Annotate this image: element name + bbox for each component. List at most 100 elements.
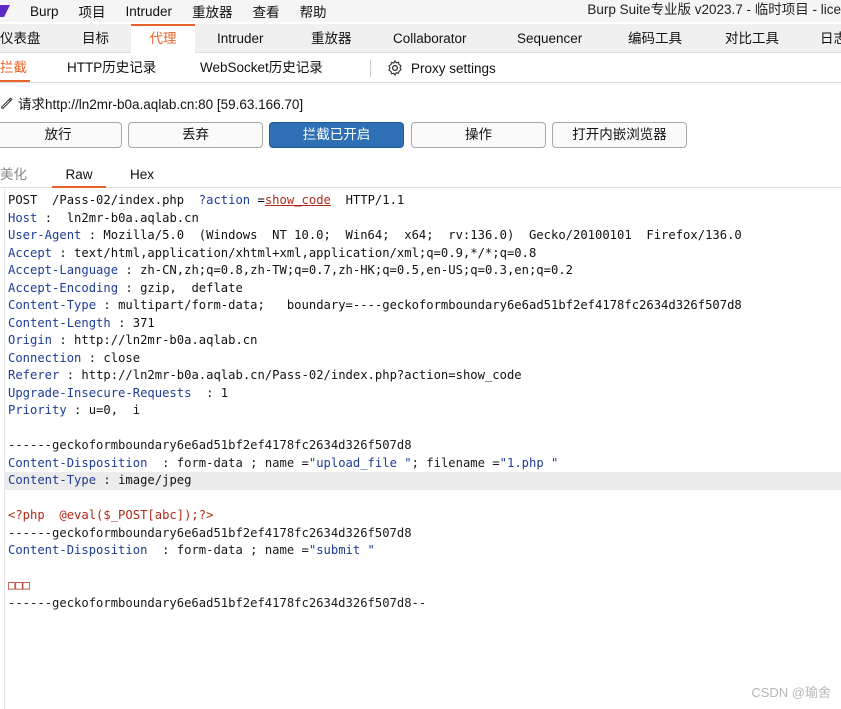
tab-pretty[interactable]: 美化 [0,162,27,188]
query-param-value: show_code [264,193,331,207]
menu-view[interactable]: 查看 [253,1,280,21]
header-sep: : [81,228,104,242]
header-value: http://ln2mr-b0a.aqlab.cn/Pass-02/index.… [81,368,522,382]
pencil-icon [1,97,13,109]
field-name-value: "submit " [308,543,375,557]
tab-websocket-history[interactable]: WebSocket历史记录 [200,54,323,82]
header-line: User-Agent : Mozilla/5.0 (Windows NT 10.… [8,227,742,245]
menu-help[interactable]: 帮助 [300,1,327,21]
header-name: Origin [8,333,53,347]
header-sep: : [191,385,221,400]
tab-collaborator[interactable]: Collaborator [393,24,467,53]
drop-button[interactable]: 丢弃 [128,122,263,148]
disposition-text: form-data ; name = [176,455,309,470]
tab-intruder[interactable]: Intruder [217,24,264,53]
query-param-name: ?action [198,193,251,207]
tab-target[interactable]: 目标 [82,24,109,53]
action-button[interactable]: 操作 [411,122,546,148]
header-line: Accept-Encoding : gzip, deflate [8,280,243,298]
request-info-bar: 请求http://ln2mr-b0a.aqlab.cn:80 [59.63.16… [0,93,303,113]
header-name: Connection [8,350,82,365]
tab-logger[interactable]: 日志 [820,24,841,53]
header-line: Priority : u=0, i [8,402,140,420]
header-sep: : [147,543,177,557]
header-name: User-Agent [8,228,82,242]
header-value: multipart/form-data; boundary=----geckof… [118,298,742,312]
header-sep: : [110,315,133,330]
request-method-path: POST /Pass-02/index.php [8,193,199,207]
header-value: gzip, deflate [140,280,243,295]
header-sep: : [52,333,75,347]
part-content-type-line: Content-Type : image/jpeg [8,472,191,490]
menu-intruder[interactable]: Intruder [126,4,173,19]
header-sep: : [96,473,119,487]
header-value: 371 [132,315,155,330]
tab-intercept[interactable]: 拦截 [0,54,30,82]
proxy-tab-bar: 拦截 HTTP历史记录 WebSocket历史记录 Proxy settings [0,54,841,83]
main-tab-bar: 仪表盘 目标 代理 Intruder 重放器 Collaborator Sequ… [0,24,841,53]
proxy-settings-link[interactable]: Proxy settings [411,55,496,83]
tab-divider [370,60,371,77]
header-line: Host : ln2mr-b0a.aqlab.cn [8,210,199,228]
header-value: close [103,350,141,365]
header-name: Priority [8,403,67,417]
multipart-boundary: ------geckoformboundary6e6ad51bf2ef4178f… [8,438,412,452]
header-name: Accept-Language [8,263,119,277]
header-name: Host [8,210,38,225]
header-line: Referer : http://ln2mr-b0a.aqlab.cn/Pass… [8,367,522,385]
header-sep: : [96,298,119,312]
submit-value: □□□ [8,578,31,592]
header-value: ln2mr-b0a.aqlab.cn [66,210,199,225]
header-value: Mozilla/5.0 (Windows NT 10.0; Win64; x64… [103,228,742,242]
header-value: u=0, i [88,403,141,417]
header-sep: : [118,280,141,295]
header-line: Content-Length : 371 [8,315,155,333]
intercept-toggle-button[interactable]: 拦截已开启 [269,122,404,148]
content-disposition-line: Content-Disposition : form-data ; name =… [8,542,375,560]
tab-sequencer[interactable]: Sequencer [517,24,582,53]
header-name: Referer [8,368,60,382]
content-disposition-line: Content-Disposition : form-data ; name =… [8,455,558,473]
tab-hex[interactable]: Hex [130,162,154,188]
header-name: Content-Type [8,473,97,487]
request-editor[interactable]: POST /Pass-02/index.php ?action =show_co… [0,189,841,709]
header-sep: : [52,245,75,260]
tab-dashboard[interactable]: 仪表盘 [0,24,41,53]
header-sep: : [66,403,89,417]
request-protocol: HTTP/1.1 [330,193,405,207]
header-line: Accept : text/html,application/xhtml+xml… [8,245,536,263]
burp-logo-icon [0,5,10,17]
editor-tab-bar: 美化 Raw Hex [0,162,841,188]
request-line: POST /Pass-02/index.php ?action =show_co… [8,192,404,210]
header-value: image/jpeg [118,473,192,487]
menu-repeater[interactable]: 重放器 [192,1,233,21]
gear-icon[interactable] [386,59,404,77]
header-sep: : [81,350,104,365]
tab-proxy[interactable]: 代理 [131,24,195,53]
window-title: Burp Suite专业版 v2023.7 - 临时项目 - lice [587,2,841,17]
header-name: Accept-Encoding [8,280,119,295]
header-line: Upgrade-Insecure-Requests : 1 [8,385,228,403]
watermark: CSDN @瑜舍 [751,685,831,700]
header-sep: : [118,263,141,277]
disposition-text: form-data ; name = [176,543,309,557]
editor-gutter [4,189,5,709]
menu-burp[interactable]: Burp [30,4,59,19]
header-value: text/html,application/xhtml+xml,applicat… [74,245,537,260]
forward-button[interactable]: 放行 [0,122,122,148]
multipart-boundary: ------geckoformboundary6e6ad51bf2ef4178f… [8,525,412,540]
header-value: 1 [220,385,229,400]
header-name: Content-Disposition [8,455,148,470]
tab-repeater[interactable]: 重放器 [311,24,352,53]
field-name-value: "upload_file " [308,455,412,470]
header-name: Content-Type [8,298,97,312]
tab-comparer[interactable]: 对比工具 [725,24,779,53]
tab-raw[interactable]: Raw [52,162,106,188]
header-line: Accept-Language : zh-CN,zh;q=0.8,zh-TW;q… [8,262,573,280]
header-name: Upgrade-Insecure-Requests [8,385,192,400]
tab-decoder[interactable]: 编码工具 [628,24,682,53]
menu-project[interactable]: 项目 [79,1,106,21]
tab-http-history[interactable]: HTTP历史记录 [67,54,156,82]
open-browser-button[interactable]: 打开内嵌浏览器 [552,122,687,148]
header-line: Origin : http://ln2mr-b0a.aqlab.cn [8,332,257,350]
